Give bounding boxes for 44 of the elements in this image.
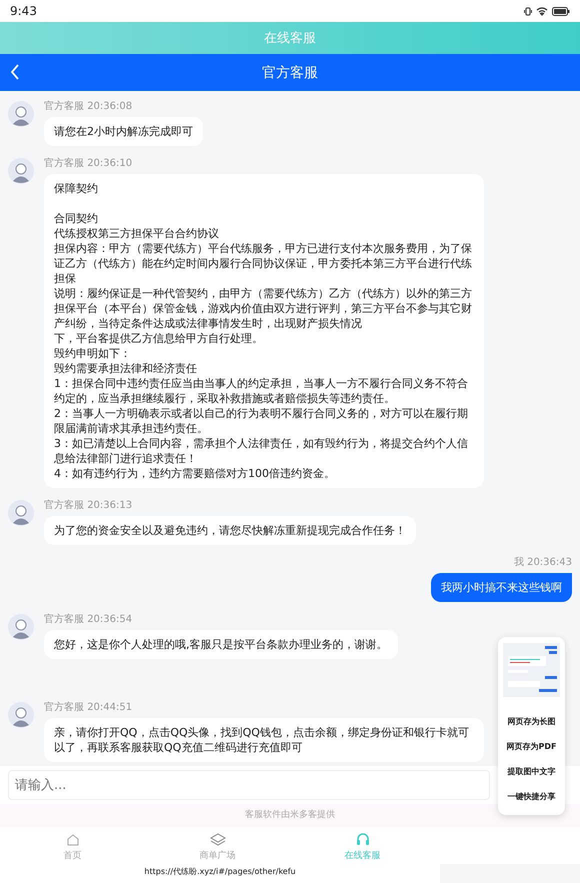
page-preview-drawing <box>503 643 560 697</box>
wifi-icon <box>536 6 548 16</box>
message-line: 下，平台客提供乙方信息给甲方自行处理。 <box>54 331 264 346</box>
chat-title: 官方客服 <box>262 64 318 82</box>
message-bubble: 亲，请你打开QQ，点击QQ头像，找到QQ钱包，点击余额，绑定身份证和银行卡就可以了，再联系客服获取QQ充值二维码进行充值即可 <box>44 718 484 762</box>
avatar-icon <box>8 702 34 728</box>
menu-item[interactable]: 网页存为PDF <box>506 734 556 759</box>
vibrate-icon <box>524 6 532 16</box>
provider-note: 客服软件由米多客提供 <box>0 804 580 827</box>
message-meta: 我 20:36:43 <box>514 556 572 569</box>
menu-item[interactable]: 网页存为长图 <box>508 709 556 734</box>
layers-icon <box>210 833 226 847</box>
message-meta: 官方客服 20:36:13 <box>44 498 132 512</box>
avatar-icon <box>8 500 34 526</box>
headset-icon <box>354 833 370 847</box>
message-line: 代练授权第三方担保平台合约协议 <box>54 226 220 241</box>
message-meta: 官方客服 20:44:51 <box>44 700 132 714</box>
avatar-icon <box>8 101 34 127</box>
avatar-icon <box>8 614 34 640</box>
message-line: 1：担保合同中违约责任应当由当事人的约定承担，当事人一方不履行合同义务不符合约定的，应当承担继续履行，采取补救措施或者赔偿损失等违约责任。 <box>54 376 469 406</box>
message-bubble: 我两小时搞不来这些钱啊 <box>431 573 572 602</box>
message-line: 2：当事人一方明确表示或者以自己的行为表明不履行合同义务的，对方可以在履行期限届满前请求其承担违约责任。 <box>54 406 469 436</box>
clock-time: 9:43 <box>10 4 37 18</box>
battery-icon <box>552 6 570 16</box>
message-bubble: 您好，这是你个人处理的哦,客服只是按平台条款办理业务的，谢谢。 <box>44 630 398 659</box>
message-bubble: 请您在2小时内解冻完成即可 <box>44 117 203 146</box>
message-input[interactable]: 请输入... <box>8 770 490 800</box>
page-url: https://代练盼.xyz/i#/pages/other/kefu <box>0 864 440 883</box>
message-meta: 官方客服 20:36:10 <box>44 156 132 170</box>
header-title: 在线客服 <box>264 30 316 47</box>
avatar-icon <box>8 158 34 184</box>
home-icon <box>66 833 80 847</box>
menu-item[interactable]: 提取图中文字 <box>508 759 556 784</box>
message-line: 毁约需要承担法律和经济责任 <box>54 361 198 376</box>
message-bubble: 为了您的资金安全以及避免违约，请您尽快解冻重新提现完成合作任务！ <box>44 516 416 545</box>
message-line: 3：如已清楚以上合同内容，需承担个人法律责任，如有毁约行为，将提交合约个人信息给法律部门进行追求责任！ <box>54 436 469 466</box>
message-line: 毁约申明如下： <box>54 346 132 361</box>
message-line: 保障契约 <box>54 181 99 196</box>
message-meta: 官方客服 20:36:54 <box>44 612 132 626</box>
message-line: 合同契约 <box>54 211 99 226</box>
message-line: 说明：履约保证是一种代管契约，由甲方（需要代练方）乙方（代练方）以外的第三方担保平台（本平台）保管金钱，游戏内价值由双方进行评判，第三方平台不参与其它财产纠纷，当待定条件达成或法律事情发生时，出现财产损失情况 <box>54 286 473 331</box>
message-line: 担保内容：甲方（需要代练方）平台代练服务，甲方已进行支付本次服务费用，为了保证乙方（代练方）能在约定时间内履行合同协议保证，甲方委托本第三方平台进行代练担保 <box>54 241 473 286</box>
message-meta: 官方客服 20:36:08 <box>44 100 132 113</box>
message-line: 4：如有违约行为，违约方需要赔偿对方100倍违约资金。 <box>54 466 336 481</box>
